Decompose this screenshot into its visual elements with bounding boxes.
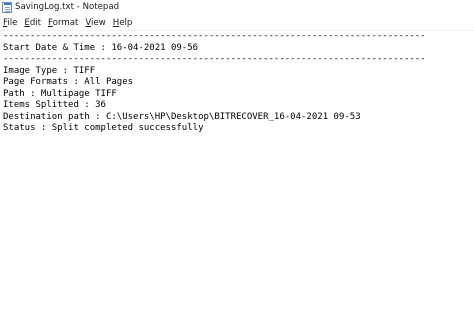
- path-line: Path : Multipage TIFF: [3, 88, 117, 99]
- menu-file-rest: ile: [7, 18, 18, 28]
- menu-view[interactable]: View: [85, 18, 105, 28]
- page-formats-line: Page Formats : All Pages: [3, 77, 134, 87]
- text-editor[interactable]: ----------------------------------------…: [0, 30, 474, 332]
- status-line: Status : Split completed successfully: [3, 123, 204, 133]
- title-bar[interactable]: SavingLog.txt - Notepad: [0, 0, 474, 15]
- menu-file[interactable]: File: [3, 18, 17, 28]
- separator-line: ----------------------------------------…: [3, 54, 426, 64]
- separator-line: ----------------------------------------…: [3, 31, 426, 41]
- destination-path-line: Destination path : C:\Users\HP\Desktop\B…: [3, 111, 361, 122]
- notepad-icon: [2, 2, 12, 13]
- start-date-line: Start Date & Time : 16-04-2021 09-56: [3, 42, 199, 53]
- image-type-line: Image Type : TIFF: [3, 65, 96, 76]
- menu-help-rest: elp: [119, 18, 133, 28]
- menu-edit[interactable]: Edit: [24, 18, 41, 28]
- menu-help[interactable]: Help: [113, 18, 133, 28]
- menu-format[interactable]: Format: [48, 18, 78, 28]
- menu-format-rest: ormat: [52, 18, 79, 28]
- menu-view-rest: iew: [91, 18, 106, 28]
- menu-edit-rest: dit: [29, 18, 42, 28]
- notepad-window: SavingLog.txt - Notepad File Edit Format…: [0, 0, 474, 332]
- menu-bar: File Edit Format View Help: [0, 16, 474, 30]
- items-splitted-line: Items Splitted : 36: [3, 100, 106, 110]
- window-title: SavingLog.txt - Notepad: [15, 2, 120, 12]
